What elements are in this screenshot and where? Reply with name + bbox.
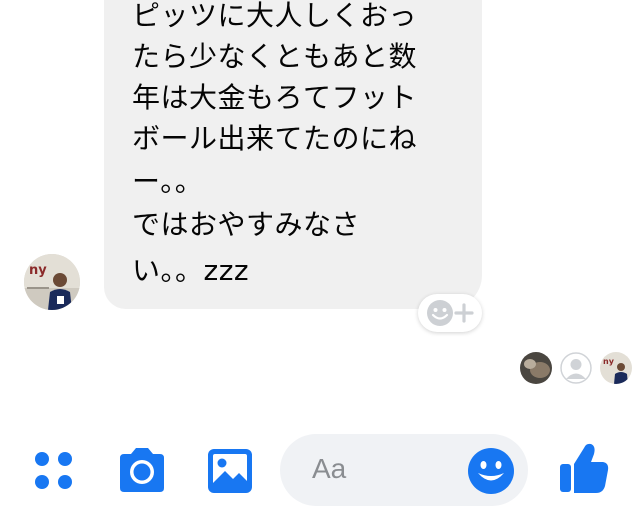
- four-dots-icon: [35, 452, 72, 489]
- camera-icon: [120, 448, 164, 492]
- add-reaction-icon: [427, 300, 474, 326]
- default-user-icon: [560, 352, 592, 384]
- avatar-logo-text: ny: [29, 263, 47, 278]
- read-receipt-photo: [520, 352, 552, 384]
- sender-photo: ny: [24, 254, 80, 310]
- smiley-icon: [468, 448, 514, 494]
- camera-button[interactable]: [116, 446, 168, 498]
- message-line: い。。zzz: [132, 254, 250, 287]
- emoji-button[interactable]: [466, 446, 516, 500]
- thumbs-up-icon: [560, 443, 609, 493]
- read-receipt-photo: ny: [600, 352, 632, 384]
- message-line: ではおやすみなさ: [132, 208, 361, 241]
- message-line: たら少なくともあと数: [132, 40, 418, 73]
- message-line: 年は大金もろてフット: [132, 81, 418, 114]
- read-receipt-avatar: [520, 352, 552, 384]
- like-button[interactable]: [556, 440, 612, 500]
- message-line: ボール出来てたのにね: [132, 122, 418, 155]
- message-line: ピッツに大人しくおっ: [132, 0, 418, 32]
- message-bubble[interactable]: ピッツに大人しくおっ たら少なくともあと数 年は大金もろてフット ボール出来てた…: [104, 0, 482, 309]
- read-receipt-avatar: ny: [600, 352, 632, 384]
- apps-button[interactable]: [32, 449, 76, 497]
- message-input-placeholder: Aa: [312, 453, 347, 484]
- gallery-button[interactable]: [206, 447, 254, 499]
- read-receipt-avatar: [560, 352, 592, 384]
- avatar-logo-text: ny: [603, 357, 615, 366]
- image-icon: [208, 449, 252, 493]
- add-reaction-button[interactable]: [418, 294, 482, 332]
- message-line: ー。。: [132, 165, 204, 198]
- sender-avatar[interactable]: ny: [24, 254, 80, 310]
- message-input[interactable]: Aa: [280, 434, 528, 506]
